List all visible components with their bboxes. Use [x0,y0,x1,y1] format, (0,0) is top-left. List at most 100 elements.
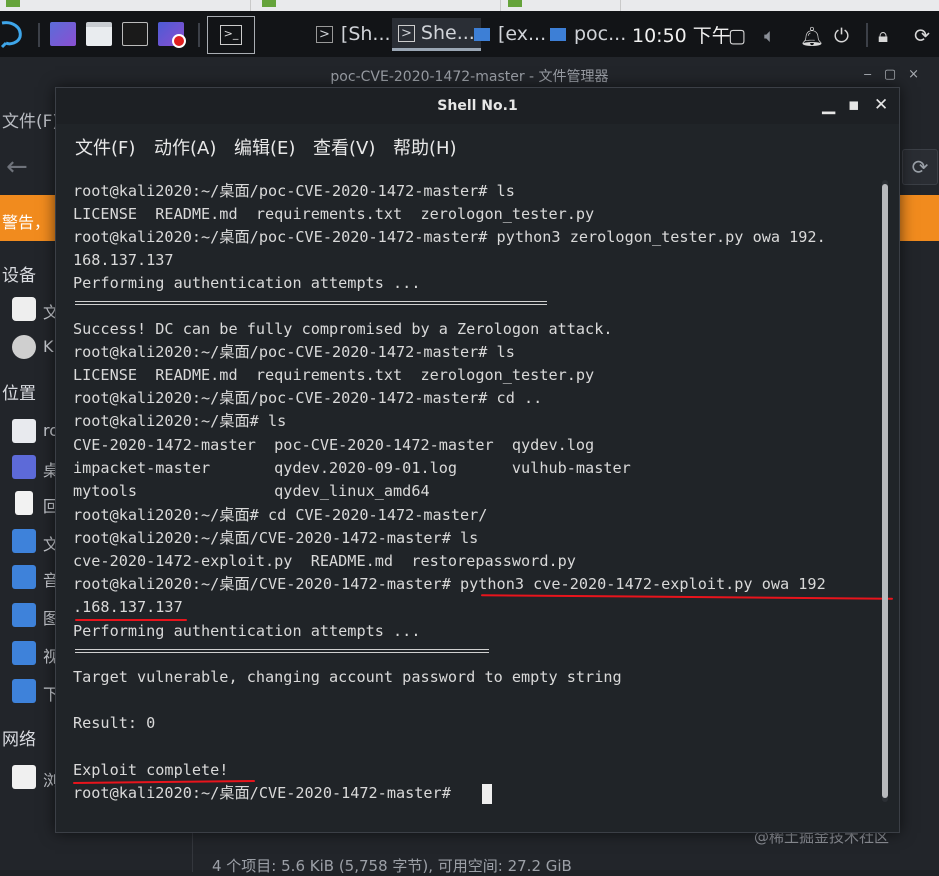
terminal-output[interactable]: root@kali2020:~/桌面/poc-CVE-2020-1472-mas… [72,180,894,820]
lock-icon[interactable]: 🔒︎ [878,25,888,47]
disc-icon [12,335,36,359]
green-tab-marker [508,0,522,7]
terminal-window: Shell No.1 ▁ ▪ ✕ 文件(F) 动作(A) 编辑(E) 查看(V)… [55,87,900,833]
clock-text: 10:50 下午 [632,24,731,47]
terminal-line: Result: 0 [73,714,156,732]
refresh-icon[interactable]: ⟳ [902,149,938,185]
task-label: [Sh... [340,23,391,45]
terminal-line: impacket-master qydev.2020-09-01.log vul… [73,459,631,477]
drive-icon [12,297,36,321]
terminal-line: cve-2020-1472-exploit.py README.md resto… [73,552,576,570]
close-icon[interactable]: ✕ [874,95,888,115]
task-explorer[interactable]: [ex... [474,18,546,50]
terminal-line: root@kali2020:~/桌面/poc-CVE-2020-1472-mas… [73,228,826,246]
active-terminal-button[interactable]: >_ [207,16,255,54]
menu-edit[interactable]: 编辑(E) [234,134,295,160]
task-shell-2[interactable]: > She... [392,18,481,51]
sidebar-item-device[interactable]: K [43,337,54,356]
terminal-small-icon: > [316,25,333,43]
terminal-small-icon: > [398,24,415,42]
sidebar-section-places: 位置 [2,384,36,404]
terminal-cursor [482,784,492,804]
green-tab-marker [6,0,20,7]
terminal-launcher-icon[interactable] [122,18,148,50]
menu-help[interactable]: 帮助(H) [393,134,457,160]
folder-icon [550,27,566,41]
terminal-line: 168.137.137 [73,251,174,269]
green-tab-marker [262,0,276,7]
terminal-line: root@kali2020:~/桌面# ls [73,412,287,430]
taskbar-separator [866,23,868,47]
music-folder-icon [12,565,36,589]
minimize-icon[interactable]: ▁ [822,95,835,115]
network-icon [12,765,36,789]
terminal-line: root@kali2020:~/桌面/CVE-2020-1472-master#… [73,529,479,547]
terminal-line: root@kali2020:~/桌面/poc-CVE-2020-1472-mas… [73,182,515,200]
terminal-line: LICENSE README.md requirements.txt zerol… [73,205,595,223]
terminal-line: Exploit complete! [73,761,229,779]
taskbar-separator [38,23,40,47]
desktop-icon [12,455,36,479]
taskbar: >_ > [Sh... > She... [ex... poc... 10:50… [0,11,939,58]
kali-menu-icon[interactable] [0,18,26,50]
volume-icon[interactable]: 🔈︎ [764,25,775,47]
power-manager-icon[interactable]: ⏻ [834,25,849,47]
browser-tab-strip [0,0,939,11]
videos-folder-icon [12,641,36,665]
terminal-line: CVE-2020-1472-master poc-CVE-2020-1472-m… [73,436,595,454]
terminal-line: root@kali2020:~/桌面/poc-CVE-2020-1472-mas… [73,389,543,407]
files-icon[interactable] [86,18,112,50]
terminal-line: .168.137.137 [73,598,183,616]
separator-rule [75,301,547,305]
task-shell-1[interactable]: > [Sh... [316,18,391,50]
terminal-prompt-line: root@kali2020:~/桌面/CVE-2020-1472-master# [73,784,460,802]
display-icon[interactable]: ▢ [728,25,746,47]
terminal-title: Shell No.1 [437,98,518,114]
show-desktop-icon[interactable] [50,18,76,50]
pictures-folder-icon [12,603,36,627]
annotation-underline [75,619,187,621]
annotation-underline [480,594,894,600]
clock[interactable]: 10:50 下午 [632,18,731,50]
home-folder-icon [12,419,36,443]
trash-icon [15,491,33,515]
terminal-line: root@kali2020:~/桌面/poc-CVE-2020-1472-mas… [73,343,515,361]
terminal-line: root@kali2020:~/桌面# cd CVE-2020-1472-mas… [73,506,488,524]
warning-text: 警告， [2,213,51,232]
file-manager-menu[interactable]: 文件(F) [2,107,59,132]
task-label: poc... [574,23,627,45]
terminal-menubar: 文件(F) 动作(A) 编辑(E) 查看(V) 帮助(H) [56,124,899,168]
screen-recorder-icon[interactable] [158,18,186,50]
tab-divider [250,0,251,11]
file-manager-window-controls[interactable]: ‒▢× [864,67,931,82]
task-label: She... [420,22,475,44]
menu-view[interactable]: 查看(V) [313,134,375,160]
tab-divider [620,0,621,11]
task-label: [ex... [498,23,547,45]
folder-icon [474,27,490,41]
downloads-folder-icon [12,679,36,703]
terminal-line: Success! DC can be fully compromised by … [73,320,613,338]
logout-icon[interactable]: ⟳ [914,25,930,47]
terminal-small-icon: >_ [220,25,242,45]
back-arrow-icon[interactable]: ← [6,152,28,182]
sidebar-section-devices: 设备 [2,266,36,286]
task-poc-folder[interactable]: poc... [550,18,626,50]
maximize-icon[interactable]: ▪ [848,95,860,115]
terminal-line: root@kali2020:~/桌面/CVE-2020-1472-master#… [73,575,826,593]
terminal-line: Target vulnerable, changing account pass… [73,668,622,686]
file-manager-status: 4 个项目: 5.6 KiB (5,758 字节), 可用空间: 27.2 Gi… [212,857,572,875]
separator-rule [75,649,489,653]
notification-bell-icon[interactable]: 🔔︎ [800,25,824,48]
tab-divider [500,0,501,11]
sidebar-section-network: 网络 [2,730,36,750]
terminal-line: mytools qydev_linux_amd64 [73,482,430,500]
scrollbar-thumb[interactable] [882,184,888,798]
terminal-line: LICENSE README.md requirements.txt zerol… [73,366,595,384]
taskbar-separator [198,23,200,47]
documents-folder-icon [12,529,36,553]
terminal-line: Performing authentication attempts ... [73,622,421,640]
terminal-line: Performing authentication attempts ... [73,274,421,292]
menu-actions[interactable]: 动作(A) [154,134,216,160]
menu-file[interactable]: 文件(F) [75,134,135,160]
